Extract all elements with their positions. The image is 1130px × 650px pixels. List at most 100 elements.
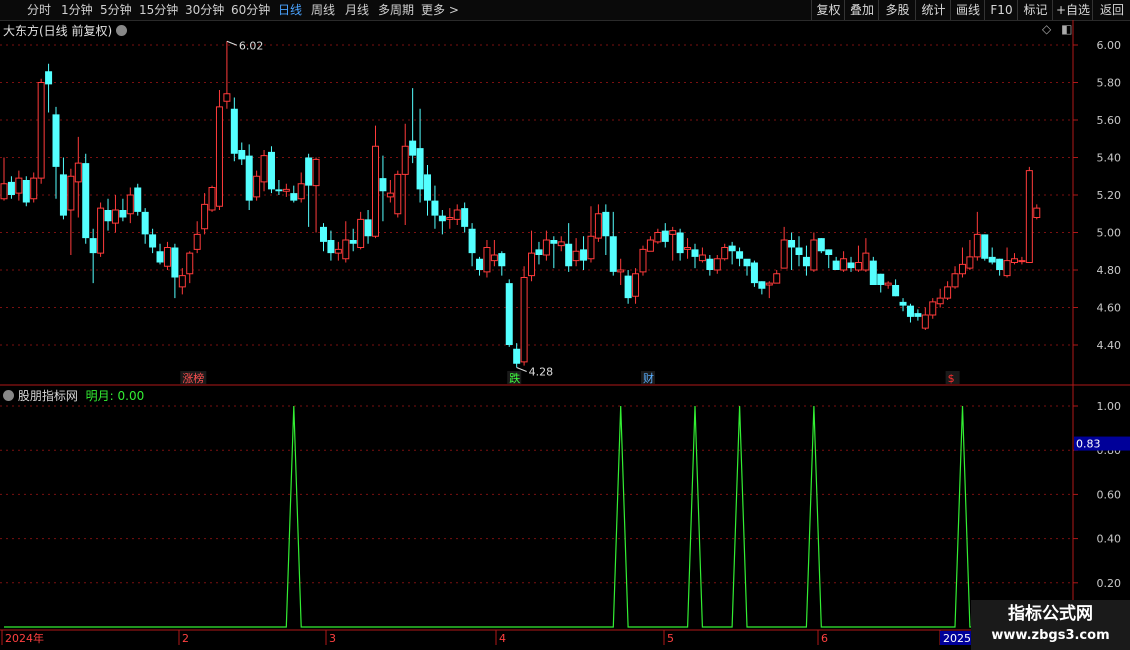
candle-body[interactable] (899, 301, 907, 306)
candle-body[interactable] (869, 260, 877, 285)
candle-body[interactable] (134, 187, 142, 212)
candle-body[interactable] (736, 251, 744, 259)
candle-body[interactable] (728, 245, 736, 252)
candle-body[interactable] (884, 282, 892, 286)
candle-body[interactable] (854, 262, 862, 271)
candle-body[interactable] (141, 211, 149, 235)
candle-body[interactable] (780, 239, 788, 269)
candle-body[interactable] (178, 275, 186, 288)
candle-body[interactable] (743, 258, 751, 267)
candle-body[interactable] (565, 243, 573, 267)
candle-body[interactable] (312, 158, 320, 187)
candle-body[interactable] (498, 253, 506, 267)
candle-body[interactable] (290, 193, 298, 201)
candle-body[interactable] (750, 262, 758, 284)
chevron-down-icon[interactable] (3, 390, 14, 401)
candle-body[interactable] (305, 157, 313, 186)
candle-body[interactable] (319, 226, 327, 242)
window-toggle-icon[interactable]: ◧ (1061, 22, 1072, 36)
candle-body[interactable] (215, 106, 223, 207)
candle-body[interactable] (617, 269, 625, 273)
candle-body[interactable] (342, 239, 350, 260)
candle-body[interactable] (334, 248, 342, 254)
candle-body[interactable] (223, 93, 231, 102)
candle-body[interactable] (186, 252, 194, 275)
candle-body[interactable] (944, 286, 952, 299)
candle-body[interactable] (825, 249, 833, 255)
candle-body[interactable] (104, 210, 112, 222)
candle-body[interactable] (253, 175, 261, 198)
candle-body[interactable] (914, 313, 922, 317)
candle-body[interactable] (906, 305, 914, 317)
candle-body[interactable] (260, 155, 268, 183)
candle-body[interactable] (364, 219, 372, 237)
candle-body[interactable] (765, 282, 773, 286)
candle-body[interactable] (275, 189, 283, 192)
candle-body[interactable] (424, 174, 432, 201)
candle-body[interactable] (297, 183, 305, 200)
candle-body[interactable] (639, 248, 647, 273)
candle-body[interactable] (156, 251, 164, 263)
candle-body[interactable] (929, 301, 937, 316)
candle-body[interactable] (476, 258, 484, 270)
candle-body[interactable] (580, 249, 588, 261)
candle-body[interactable] (22, 180, 30, 203)
candle-body[interactable] (0, 183, 8, 200)
candle-body[interactable] (832, 260, 840, 270)
candle-body[interactable] (37, 82, 45, 179)
candle-body[interactable] (654, 232, 662, 243)
candle-body[interactable] (713, 258, 721, 271)
candle-body[interactable] (52, 114, 60, 167)
candle-body[interactable] (535, 249, 543, 255)
candle-body[interactable] (245, 155, 253, 201)
candle-body[interactable] (59, 174, 67, 216)
candle-body[interactable] (67, 175, 75, 211)
candle-body[interactable] (30, 177, 38, 200)
candle-body[interactable] (349, 240, 357, 244)
candle-body[interactable] (490, 254, 498, 262)
candle-body[interactable] (483, 247, 491, 273)
candle-body[interactable] (7, 181, 15, 195)
candle-body[interactable] (981, 234, 989, 259)
candle-body[interactable] (758, 281, 766, 289)
candle-body[interactable] (676, 232, 684, 254)
candle-body[interactable] (438, 215, 446, 222)
candle-body[interactable] (453, 209, 461, 220)
candle-body[interactable] (394, 173, 402, 215)
candle-body[interactable] (461, 208, 469, 227)
candle-body[interactable] (624, 275, 632, 299)
candle-body[interactable] (163, 247, 171, 267)
candle-body[interactable] (89, 238, 97, 254)
candle-body[interactable] (238, 150, 246, 160)
candle-body[interactable] (513, 348, 521, 364)
candle-body[interactable] (698, 254, 706, 262)
candle-body[interactable] (788, 240, 796, 248)
candle-body[interactable] (74, 162, 82, 183)
candle-body[interactable] (847, 262, 855, 269)
candle-body[interactable] (201, 203, 209, 230)
candle-body[interactable] (550, 240, 558, 244)
candle-body[interactable] (208, 187, 216, 211)
candle-body[interactable] (721, 247, 729, 260)
candle-body[interactable] (966, 256, 974, 269)
candle-body[interactable] (15, 177, 23, 194)
candle-body[interactable] (372, 145, 379, 237)
candle-body[interactable] (1003, 260, 1011, 277)
candle-body[interactable] (973, 233, 981, 258)
candle-body[interactable] (357, 218, 365, 248)
candle-body[interactable] (1010, 258, 1018, 263)
candle-body[interactable] (542, 239, 550, 256)
candle-body[interactable] (82, 163, 90, 239)
candle-body[interactable] (862, 252, 870, 271)
candle-body[interactable] (609, 236, 617, 272)
candle-body[interactable] (520, 277, 528, 363)
candle-body[interactable] (810, 239, 818, 271)
candle-body[interactable] (572, 250, 580, 262)
candle-body[interactable] (936, 297, 944, 305)
candle-body[interactable] (892, 285, 900, 297)
candle-body[interactable] (446, 217, 454, 220)
candle-body[interactable] (669, 230, 677, 235)
candle-body[interactable] (594, 213, 602, 239)
candle-body[interactable] (468, 228, 476, 254)
candle-body[interactable] (632, 273, 640, 297)
